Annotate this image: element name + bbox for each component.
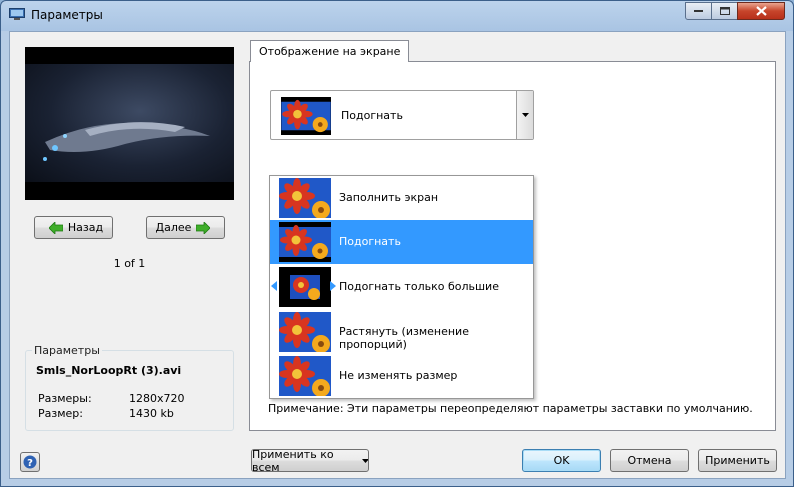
arrow-right-icon <box>196 221 211 234</box>
note-text: Примечание: Эти параметры переопределяют… <box>268 402 753 415</box>
tab-screen-display[interactable]: Отображение на экране <box>250 40 410 62</box>
display-mode-list: Заполнить экран Подогнать Подогнать толь… <box>269 175 534 399</box>
apply-to-all-label: Применить ко всем <box>252 447 334 474</box>
fit-thumbnail-icon <box>281 97 331 135</box>
monitor-icon <box>9 8 25 20</box>
help-icon: ? <box>23 455 37 469</box>
option-label: Не изменять размер <box>339 369 458 382</box>
option-label: Заполнить экран <box>339 191 439 204</box>
option-stretch[interactable]: Растянуть (изменение пропорций) <box>270 310 533 354</box>
no-resize-thumbnail-icon <box>279 356 331 396</box>
option-no-resize[interactable]: Не изменять размер <box>270 354 533 398</box>
tab-label: Отображение на экране <box>259 45 401 58</box>
window-title: Параметры <box>31 8 103 22</box>
back-label: Назад <box>67 221 104 234</box>
dialog-client-area: Назад Далее 1 of 1 Параметры Smls_NorLoo… <box>9 31 786 479</box>
help-button[interactable]: ? <box>20 452 40 472</box>
ok-label: OK <box>553 454 570 467</box>
focus-left-marker-icon <box>271 281 277 291</box>
size-value: 1430 kb <box>129 407 174 420</box>
option-fill-screen[interactable]: Заполнить экран <box>270 176 533 220</box>
properties-group: Параметры Smls_NorLoopRt (3).avi Размеры… <box>25 344 234 431</box>
parameters-window: Параметры Назад Далее 1 of 1 Параметры S… <box>0 0 794 487</box>
chevron-down-icon <box>521 113 529 117</box>
combo-dropdown-button[interactable] <box>516 91 533 139</box>
page-counter: 1 of 1 <box>113 257 146 270</box>
maximize-icon <box>719 7 730 15</box>
arrow-left-icon <box>48 221 63 234</box>
apply-to-all-button[interactable]: Применить ко всем <box>251 447 369 474</box>
apply-button[interactable]: Применить <box>698 449 777 472</box>
maximize-button[interactable] <box>711 2 738 20</box>
close-button[interactable] <box>737 2 785 20</box>
minimize-button[interactable] <box>685 2 712 20</box>
stretch-thumbnail-icon <box>279 312 331 352</box>
fit-thumbnail-icon <box>279 222 331 262</box>
dimensions-label: Размеры: <box>38 392 92 405</box>
option-fit-large-only[interactable]: Подогнать только большие <box>270 265 533 309</box>
back-button[interactable]: Назад <box>34 216 113 239</box>
size-label: Размер: <box>38 407 83 420</box>
cancel-label: Отмена <box>627 454 672 467</box>
spaceship-scene <box>43 122 210 161</box>
option-label: Подогнать только большие <box>339 280 499 293</box>
properties-legend: Параметры <box>32 344 102 357</box>
dimensions-value: 1280x720 <box>129 392 185 405</box>
apply-label: Применить <box>705 454 770 467</box>
chevron-down-icon <box>361 458 368 463</box>
combo-selected-label: Подогнать <box>341 109 403 122</box>
minimize-icon <box>694 10 703 12</box>
close-icon <box>755 6 767 16</box>
preview-image <box>25 47 234 200</box>
option-label: Растянуть (изменение пропорций) <box>339 325 469 351</box>
cancel-button[interactable]: Отмена <box>610 449 689 472</box>
next-button[interactable]: Далее <box>146 216 225 239</box>
ok-button[interactable]: OK <box>522 449 601 472</box>
option-fit[interactable]: Подогнать <box>270 220 533 264</box>
display-mode-combobox[interactable]: Подогнать <box>270 90 534 140</box>
title-bar[interactable]: Параметры <box>1 1 793 29</box>
file-name: Smls_NorLoopRt (3).avi <box>36 364 182 377</box>
next-label: Далее <box>155 221 192 234</box>
fill-thumbnail-icon <box>279 178 331 218</box>
fit-large-thumbnail-icon <box>279 267 331 307</box>
option-label: Подогнать <box>339 235 401 248</box>
focus-right-marker-icon <box>330 281 336 291</box>
svg-text:?: ? <box>27 458 33 469</box>
